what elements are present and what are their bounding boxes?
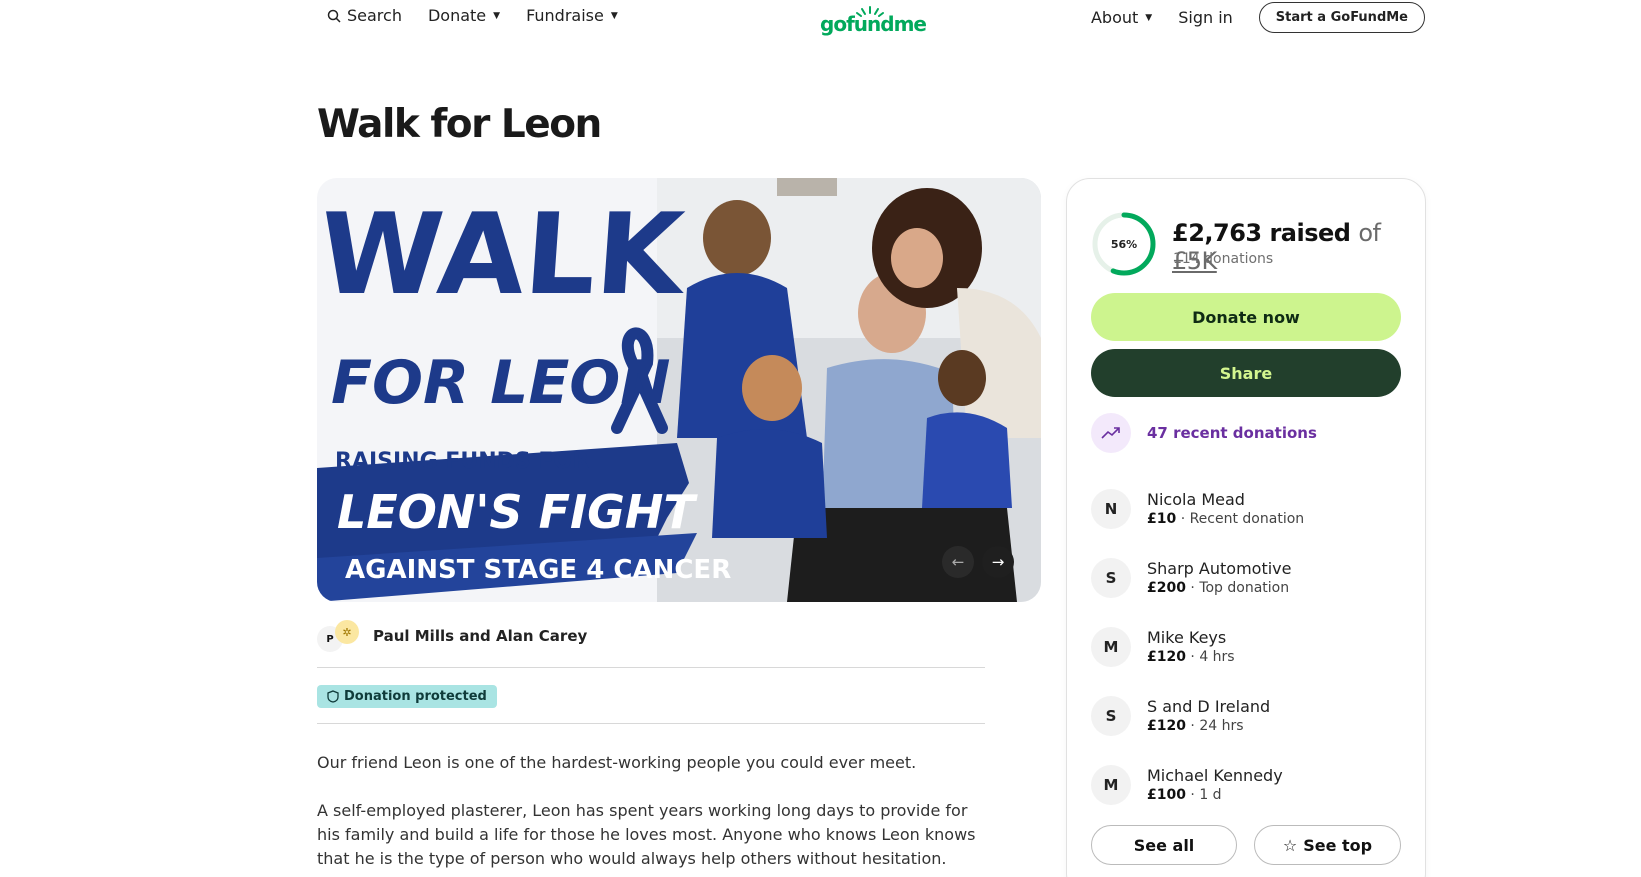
donor-item: S Sharp Automotive £200 · Top donation — [1091, 543, 1401, 612]
donor-amount: £200 — [1147, 580, 1186, 596]
donor-meta: £10 · Recent donation — [1147, 511, 1304, 527]
donor-item: M Michael Kennedy £100 · 1 d — [1091, 750, 1401, 819]
logo-text: gofundme — [820, 12, 926, 36]
arrow-left-icon: ← — [951, 553, 965, 571]
donation-protected-badge[interactable]: Donation protected — [317, 685, 497, 708]
see-top-button[interactable]: ☆ See top — [1254, 825, 1401, 865]
about-menu[interactable]: About ▼ — [1091, 8, 1152, 27]
donor-meta: £120 · 4 hrs — [1147, 649, 1235, 665]
hero-text-against: AGAINST STAGE 4 CANCER — [345, 555, 731, 585]
organizer-row[interactable]: P ✲ Paul Mills and Alan Carey — [317, 620, 587, 652]
arrow-right-icon: → — [991, 553, 1005, 571]
start-gofundme-button[interactable]: Start a GoFundMe — [1258, 2, 1425, 33]
sign-in-label: Sign in — [1178, 8, 1233, 27]
raised-of: of — [1358, 219, 1381, 247]
donor-note: · 24 hrs — [1190, 718, 1244, 734]
donor-item: M Mike Keys £120 · 4 hrs — [1091, 612, 1401, 681]
donor-amount: £10 — [1147, 511, 1177, 527]
hero-text-for-leon: FOR LEON — [331, 348, 671, 418]
recent-donations-label: 47 recent donations — [1147, 424, 1317, 442]
donor-note: · Recent donation — [1180, 511, 1305, 527]
divider — [317, 723, 985, 724]
donor-name: Sharp Automotive — [1147, 559, 1292, 578]
gofundme-logo[interactable]: gofundme — [818, 4, 928, 36]
next-image-button[interactable]: → — [982, 546, 1014, 578]
donor-amount: £100 — [1147, 787, 1186, 803]
progress-ring: 56% — [1091, 211, 1157, 277]
description-paragraph: Our friend Leon is one of the hardest-wo… — [317, 753, 917, 772]
donation-protected-label: Donation protected — [344, 689, 487, 704]
organizer-avatars: P ✲ — [317, 620, 361, 652]
search-icon — [327, 9, 341, 23]
fundraise-menu-label: Fundraise — [526, 6, 604, 25]
donor-avatar: S — [1091, 695, 1131, 736]
donor-name: Michael Kennedy — [1147, 766, 1283, 785]
donor-amount: £120 — [1147, 718, 1186, 734]
caret-down-icon: ▼ — [610, 10, 618, 21]
caret-down-icon: ▼ — [493, 10, 501, 21]
see-all-button[interactable]: See all — [1091, 825, 1237, 865]
nav-right-group: About ▼ Sign in Start a GoFundMe — [1091, 2, 1425, 33]
donor-item: N Nicola Mead £10 · Recent donation — [1091, 474, 1401, 543]
donor-meta: £100 · 1 d — [1147, 787, 1283, 803]
divider — [317, 667, 985, 668]
donor-avatar: N — [1091, 488, 1131, 529]
previous-image-button[interactable]: ← — [942, 546, 974, 578]
donor-name: S and D Ireland — [1147, 697, 1271, 716]
campaign-hero-image[interactable]: WALK FOR LEON RAISING FUNDS FOR LEON'S F… — [317, 178, 1041, 602]
donor-note: · 4 hrs — [1190, 649, 1235, 665]
campaign-title: Walk for Leon — [317, 102, 602, 147]
hero-text-leons-fight: LEON'S FIGHT — [337, 485, 698, 539]
hero-text-raising: RAISING FUNDS FOR — [335, 449, 589, 474]
donor-avatar: M — [1091, 626, 1131, 667]
donation-sidebar: 56% £2,763 raised of £5K 114 donations D… — [1066, 178, 1426, 877]
donate-now-button[interactable]: Donate now — [1091, 293, 1401, 341]
nav-left-group: Search Donate ▼ Fundraise ▼ — [327, 6, 618, 25]
description-paragraph: A self-employed plasterer, Leon has spen… — [317, 801, 976, 868]
share-button[interactable]: Share — [1091, 349, 1401, 397]
progress-percent: 56% — [1110, 237, 1138, 251]
donor-meta: £200 · Top donation — [1147, 580, 1291, 596]
hero-text-walk: WALK — [317, 190, 692, 320]
search-label: Search — [347, 6, 402, 25]
top-navigation: Search Donate ▼ Fundraise ▼ gofundme Abo… — [0, 0, 1641, 40]
see-top-label: See top — [1303, 835, 1373, 855]
donor-note: · 1 d — [1190, 787, 1222, 803]
star-icon: ☆ — [1282, 835, 1298, 855]
team-icon: ✲ — [335, 620, 359, 644]
recent-donations-link[interactable]: 47 recent donations — [1091, 413, 1317, 453]
raised-amount: £2,763 raised — [1172, 219, 1351, 247]
donate-menu[interactable]: Donate ▼ — [428, 6, 500, 25]
donor-avatar: M — [1091, 764, 1131, 805]
caret-down-icon: ▼ — [1145, 12, 1153, 23]
donor-list: N Nicola Mead £10 · Recent donation S Sh… — [1091, 474, 1401, 819]
donor-meta: £120 · 24 hrs — [1147, 718, 1270, 734]
donor-item: S S and D Ireland £120 · 24 hrs — [1091, 681, 1401, 750]
search-link[interactable]: Search — [327, 6, 402, 25]
donate-menu-label: Donate — [427, 6, 487, 25]
donor-name: Mike Keys — [1147, 628, 1227, 647]
donor-avatar: S — [1091, 557, 1131, 598]
donor-amount: £120 — [1147, 649, 1186, 665]
organizer-name: Paul Mills and Alan Carey — [373, 627, 588, 645]
shield-icon — [327, 690, 339, 703]
trending-up-icon — [1091, 413, 1131, 453]
campaign-description: Our friend Leon is one of the hardest-wo… — [317, 751, 977, 877]
donor-name: Nicola Mead — [1147, 490, 1245, 509]
about-menu-label: About — [1090, 8, 1139, 27]
fundraise-menu[interactable]: Fundraise ▼ — [526, 6, 618, 25]
donor-note: · Top donation — [1190, 580, 1290, 596]
donation-count: 114 donations — [1173, 251, 1274, 267]
sign-in-link[interactable]: Sign in — [1178, 8, 1233, 27]
